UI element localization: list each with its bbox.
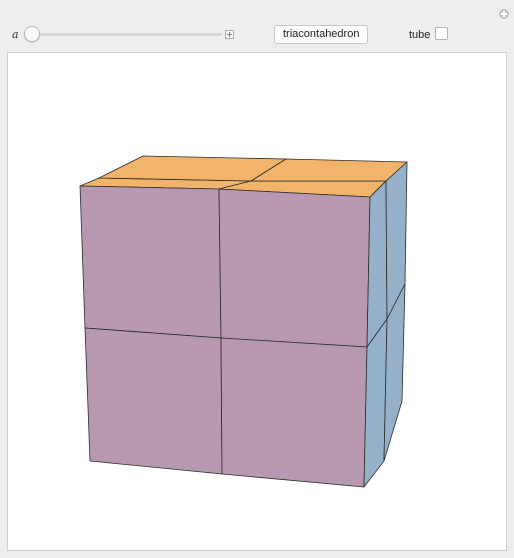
cube-graphic	[79, 155, 408, 488]
slider-expand-icon[interactable]	[225, 30, 234, 39]
slider-thumb[interactable]	[24, 26, 40, 42]
front-face-quad	[84, 327, 223, 475]
front-face-quad	[79, 185, 222, 339]
tube-label: tube	[409, 29, 431, 41]
add-control-icon[interactable]	[499, 9, 509, 19]
front-face-quad	[218, 188, 371, 348]
slider-label: a	[12, 28, 19, 41]
slider-track[interactable]	[28, 33, 222, 36]
tube-checkbox[interactable]	[435, 27, 448, 40]
3d-viewport[interactable]	[7, 52, 507, 551]
triacontahedron-button[interactable]: triacontahedron	[274, 25, 369, 44]
right-face-quad	[366, 180, 388, 348]
front-face-quad	[220, 337, 368, 488]
control-bar: a triacontahedron tube	[0, 22, 514, 48]
